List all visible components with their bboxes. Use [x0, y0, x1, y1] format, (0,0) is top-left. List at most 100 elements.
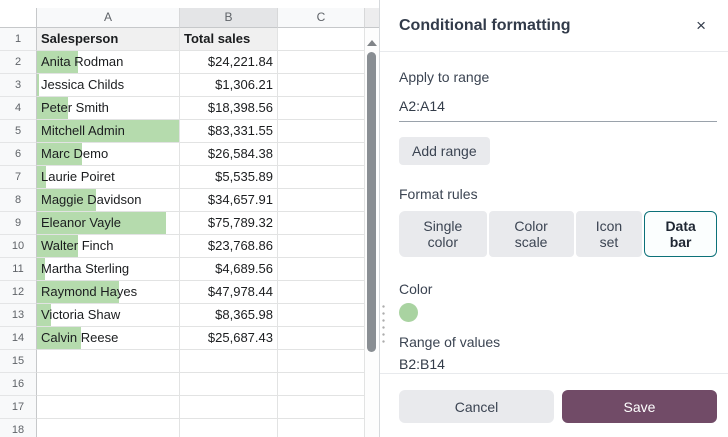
row-number[interactable]: 12: [0, 281, 37, 304]
cell-b7[interactable]: $5,535.89: [180, 166, 278, 189]
cell-a13[interactable]: Victoria Shaw: [37, 304, 180, 327]
cell-a15[interactable]: [37, 350, 180, 373]
select-all-corner[interactable]: [0, 8, 37, 28]
tab-icon-set[interactable]: Icon set: [576, 211, 643, 257]
cell-c3[interactable]: [278, 74, 365, 97]
row-number[interactable]: 16: [0, 373, 37, 396]
cell-a2[interactable]: Anita Rodman: [37, 51, 180, 74]
cell-c5[interactable]: [278, 120, 365, 143]
cell-b4[interactable]: $18,398.56: [180, 97, 278, 120]
cell-b2[interactable]: $24,221.84: [180, 51, 278, 74]
cell-b15[interactable]: [180, 350, 278, 373]
color-swatch[interactable]: [399, 303, 418, 322]
row-number[interactable]: 8: [0, 189, 37, 212]
cell-b10[interactable]: $23,768.86: [180, 235, 278, 258]
salesperson-name: Victoria Shaw: [41, 307, 120, 322]
cell-c8[interactable]: [278, 189, 365, 212]
cell-c9[interactable]: [278, 212, 365, 235]
save-button[interactable]: Save: [562, 390, 717, 423]
app-window: ABC1SalespersonTotal sales2Anita Rodman$…: [0, 0, 728, 437]
cell-a8[interactable]: Maggie Davidson: [37, 189, 180, 212]
cell-b17[interactable]: [180, 396, 278, 419]
row-number[interactable]: 9: [0, 212, 37, 235]
cell-c11[interactable]: [278, 258, 365, 281]
column-header-c[interactable]: C: [278, 8, 365, 28]
format-rule-tabs: Single colorColor scaleIcon setData bar: [399, 211, 717, 257]
cell-b8[interactable]: $34,657.91: [180, 189, 278, 212]
row-number[interactable]: 3: [0, 74, 37, 97]
cell-a7[interactable]: Laurie Poiret: [37, 166, 180, 189]
cell-c13[interactable]: [278, 304, 365, 327]
tab-single-color[interactable]: Single color: [399, 211, 487, 257]
cell-c12[interactable]: [278, 281, 365, 304]
cell-a11[interactable]: Martha Sterling: [37, 258, 180, 281]
spreadsheet-grid: ABC1SalespersonTotal sales2Anita Rodman$…: [0, 0, 379, 437]
cell-b11[interactable]: $4,689.56: [180, 258, 278, 281]
salesperson-name: Maggie Davidson: [41, 192, 141, 207]
cell-b16[interactable]: [180, 373, 278, 396]
cell-a10[interactable]: Walter Finch: [37, 235, 180, 258]
add-range-button[interactable]: Add range: [399, 137, 490, 165]
column-header-b[interactable]: B: [180, 8, 278, 28]
cell-c4[interactable]: [278, 97, 365, 120]
cell-b3[interactable]: $1,306.21: [180, 74, 278, 97]
cell-c14[interactable]: [278, 327, 365, 350]
cell-a17[interactable]: [37, 396, 180, 419]
format-rules-label: Format rules: [399, 186, 717, 202]
salesperson-name: Jessica Childs: [41, 77, 124, 92]
scroll-up-icon[interactable]: [367, 40, 377, 46]
row-number[interactable]: 11: [0, 258, 37, 281]
apply-to-range-input[interactable]: A2:A14: [399, 98, 717, 122]
cell-c17[interactable]: [278, 396, 365, 419]
cell-c7[interactable]: [278, 166, 365, 189]
cell-a12[interactable]: Raymond Hayes: [37, 281, 180, 304]
cell-a4[interactable]: Peter Smith: [37, 97, 180, 120]
cell-b13[interactable]: $8,365.98: [180, 304, 278, 327]
cell-c2[interactable]: [278, 51, 365, 74]
cell-c15[interactable]: [278, 350, 365, 373]
scrollbar-thumb[interactable]: [367, 52, 376, 352]
row-number[interactable]: 2: [0, 51, 37, 74]
row-number[interactable]: 5: [0, 120, 37, 143]
cell-a18[interactable]: [37, 419, 180, 437]
cell-a9[interactable]: Eleanor Vayle: [37, 212, 180, 235]
cell-b6[interactable]: $26,584.38: [180, 143, 278, 166]
row-number[interactable]: 10: [0, 235, 37, 258]
row-number[interactable]: 14: [0, 327, 37, 350]
cell-c1[interactable]: [278, 28, 365, 51]
salesperson-name: Calvin Reese: [41, 330, 118, 345]
cell-b9[interactable]: $75,789.32: [180, 212, 278, 235]
vertical-scrollbar[interactable]: [365, 8, 379, 437]
close-icon[interactable]: ×: [690, 15, 712, 36]
panel-resize-handle[interactable]: [382, 303, 385, 347]
cell-a5[interactable]: Mitchell Admin: [37, 120, 180, 143]
row-number[interactable]: 13: [0, 304, 37, 327]
cell-c6[interactable]: [278, 143, 365, 166]
cell-b14[interactable]: $25,687.43: [180, 327, 278, 350]
row-number[interactable]: 7: [0, 166, 37, 189]
cell-a16[interactable]: [37, 373, 180, 396]
cell-a6[interactable]: Marc Demo: [37, 143, 180, 166]
salesperson-name: Martha Sterling: [41, 261, 129, 276]
row-number[interactable]: 4: [0, 97, 37, 120]
column-header-a[interactable]: A: [37, 8, 180, 28]
row-number[interactable]: 6: [0, 143, 37, 166]
cell-a1[interactable]: Salesperson: [37, 28, 180, 51]
row-number[interactable]: 18: [0, 419, 37, 437]
row-number[interactable]: 1: [0, 28, 37, 51]
cell-c16[interactable]: [278, 373, 365, 396]
salesperson-name: Marc Demo: [41, 146, 108, 161]
cancel-button[interactable]: Cancel: [399, 390, 554, 423]
cell-c18[interactable]: [278, 419, 365, 437]
cell-b1[interactable]: Total sales: [180, 28, 278, 51]
tab-data-bar[interactable]: Data bar: [644, 211, 717, 257]
cell-b12[interactable]: $47,978.44: [180, 281, 278, 304]
row-number[interactable]: 17: [0, 396, 37, 419]
cell-b18[interactable]: [180, 419, 278, 437]
row-number[interactable]: 15: [0, 350, 37, 373]
cell-a3[interactable]: Jessica Childs: [37, 74, 180, 97]
cell-b5[interactable]: $83,331.55: [180, 120, 278, 143]
cell-a14[interactable]: Calvin Reese: [37, 327, 180, 350]
tab-color-scale[interactable]: Color scale: [489, 211, 574, 257]
cell-c10[interactable]: [278, 235, 365, 258]
